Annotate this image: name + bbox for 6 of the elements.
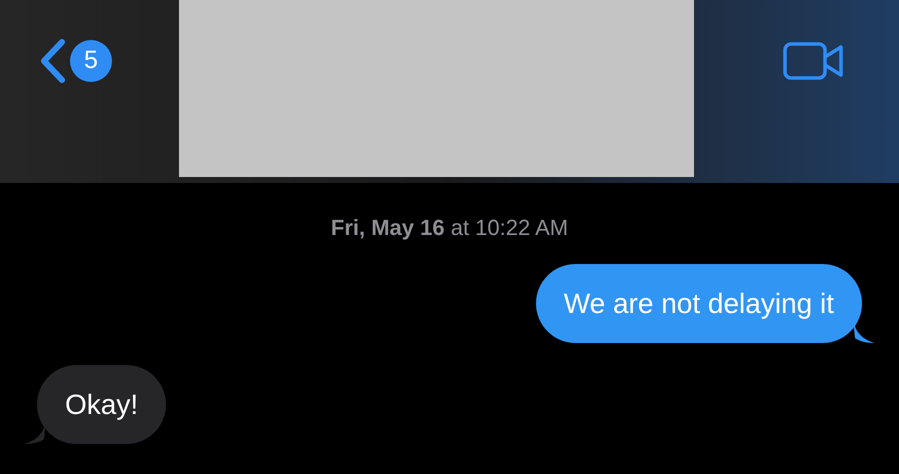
video-camera-icon[interactable]	[783, 42, 844, 80]
back-chevron-icon[interactable]	[38, 38, 66, 84]
message-bubble: Okay!	[37, 365, 166, 444]
unread-count-badge[interactable]: 5	[70, 40, 112, 82]
message-bubble: We are not delaying it	[536, 264, 862, 343]
timestamp: Fri, May 16 at 10:22 AM	[330, 215, 568, 241]
